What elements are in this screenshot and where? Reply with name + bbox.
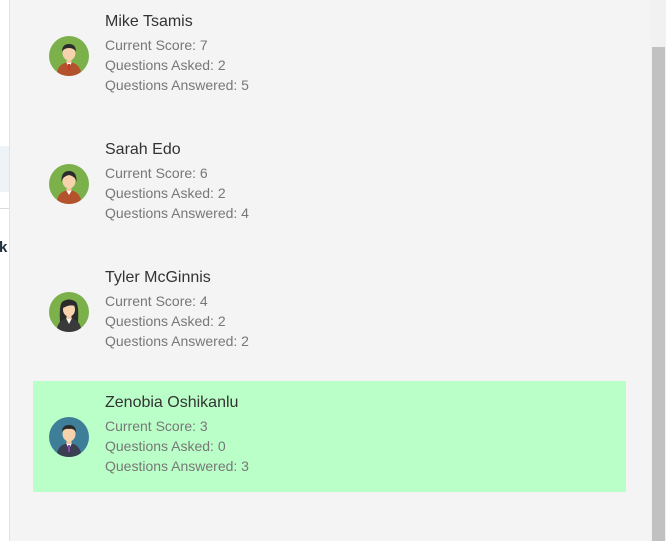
background-divider [0, 208, 9, 209]
page-edge [666, 0, 672, 541]
vertical-scrollbar[interactable] [651, 0, 666, 541]
background-text: k [0, 239, 8, 256]
male-avatar-icon [49, 417, 89, 457]
background-band [0, 146, 9, 192]
female-avatar-icon [49, 292, 89, 332]
current-score: Current Score: 6 [105, 165, 208, 181]
questions-answered: Questions Answered: 5 [105, 77, 249, 93]
questions-asked: Questions Asked: 2 [105, 313, 226, 329]
current-score: Current Score: 3 [105, 418, 208, 434]
questions-answered: Questions Answered: 3 [105, 458, 249, 474]
questions-asked: Questions Asked: 2 [105, 185, 226, 201]
questions-asked: Questions Asked: 2 [105, 57, 226, 73]
player-name: Mike Tsamis [105, 13, 193, 30]
questions-asked: Questions Asked: 0 [105, 438, 226, 454]
player-card: Sarah Edo Current Score: 6 Questions Ask… [33, 128, 626, 239]
questions-answered: Questions Answered: 2 [105, 333, 249, 349]
scrollbar-thumb[interactable] [652, 47, 665, 541]
player-card: Mike Tsamis Current Score: 7 Questions A… [33, 0, 626, 111]
questions-answered: Questions Answered: 4 [105, 205, 249, 221]
background-page [0, 0, 9, 541]
female-avatar-icon [49, 164, 89, 204]
current-score: Current Score: 4 [105, 293, 208, 309]
player-name: Zenobia Oshikanlu [105, 394, 239, 411]
player-card-highlighted: Zenobia Oshikanlu Current Score: 3 Quest… [33, 381, 626, 492]
player-name: Sarah Edo [105, 141, 181, 158]
player-name: Tyler McGinnis [105, 269, 211, 286]
player-card: Tyler McGinnis Current Score: 4 Question… [33, 256, 626, 367]
current-score: Current Score: 7 [105, 37, 208, 53]
male-avatar-icon [49, 36, 89, 76]
